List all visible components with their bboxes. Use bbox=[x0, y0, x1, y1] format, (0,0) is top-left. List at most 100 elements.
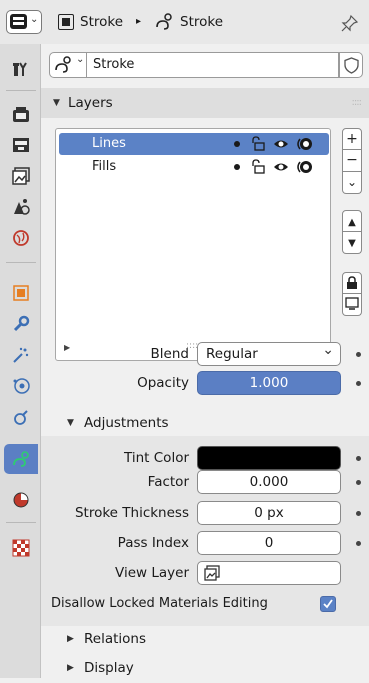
tool-icon bbox=[13, 62, 27, 76]
add-layer-button[interactable]: + bbox=[342, 128, 362, 150]
grease-pencil-data-icon bbox=[13, 451, 29, 467]
keyframe-dot[interactable] bbox=[356, 511, 361, 516]
display-subpanel-header[interactable]: ▶ Display bbox=[41, 653, 369, 683]
tab-scene[interactable] bbox=[4, 192, 38, 222]
drag-grip-icon[interactable]: :::: bbox=[352, 88, 363, 118]
scene-icon bbox=[14, 199, 30, 215]
tab-effects[interactable] bbox=[4, 340, 38, 370]
pin-icon[interactable] bbox=[341, 14, 359, 32]
minus-icon: − bbox=[346, 152, 358, 168]
properties-content: ⌄ Stroke ▼ Layers :::: Lines Fills ▶:::… bbox=[41, 44, 369, 678]
lock-open-icon[interactable] bbox=[249, 136, 265, 152]
layer-list[interactable]: Lines Fills ▶:::: bbox=[55, 128, 331, 361]
display-title: Display bbox=[84, 660, 134, 676]
stroke-thickness-field[interactable]: 0 px bbox=[197, 501, 341, 525]
grease-pencil-icon bbox=[156, 13, 172, 30]
expand-arrow-icon: ▼ bbox=[67, 418, 74, 428]
tab-object-data[interactable] bbox=[4, 444, 38, 474]
triangle-down-icon: ▼ bbox=[348, 238, 356, 249]
grease-pencil-icon bbox=[55, 56, 71, 73]
physics-icon bbox=[13, 378, 30, 394]
adjustments-subpanel-header[interactable]: ▼ Adjustments bbox=[41, 408, 369, 438]
layer-row-fills[interactable]: Fills bbox=[59, 156, 329, 178]
onion-skin-icon[interactable] bbox=[295, 159, 313, 175]
list-filter-arrow-icon[interactable]: ▶ bbox=[64, 343, 70, 352]
keyframe-dot[interactable] bbox=[356, 352, 361, 357]
properties-tab-bar bbox=[0, 44, 41, 678]
layer-display-button[interactable] bbox=[342, 294, 362, 316]
opacity-label: Opacity bbox=[137, 375, 189, 391]
relations-subpanel-header[interactable]: ▶ Relations bbox=[41, 624, 369, 654]
pass-index-field[interactable]: 0 bbox=[197, 531, 341, 555]
chevron-down-icon: ⌄ bbox=[30, 14, 39, 25]
world-icon bbox=[13, 230, 29, 246]
tab-view-layer[interactable] bbox=[4, 161, 38, 191]
shield-icon bbox=[344, 57, 359, 74]
tab-constraints[interactable] bbox=[4, 402, 38, 432]
eye-icon[interactable] bbox=[273, 159, 289, 175]
breadcrumb-object[interactable]: Stroke bbox=[80, 12, 123, 32]
properties-header: ⌄ Stroke ▸ Stroke bbox=[0, 0, 369, 45]
chevron-down-icon: ⌄ bbox=[346, 175, 358, 189]
move-layer-up-button[interactable]: ▲ bbox=[342, 210, 362, 232]
properties-editor-icon bbox=[10, 14, 27, 29]
pass-index-label: Pass Index bbox=[117, 535, 189, 551]
remove-layer-button[interactable]: − bbox=[342, 150, 362, 172]
render-icon bbox=[13, 107, 29, 122]
opacity-slider[interactable]: 1.000 bbox=[197, 371, 341, 395]
tab-tool[interactable] bbox=[4, 54, 38, 84]
lock-icon bbox=[347, 276, 357, 289]
factor-label: Factor bbox=[147, 474, 189, 490]
blend-label: Blend bbox=[150, 346, 189, 362]
disallow-locked-materials-checkbox[interactable] bbox=[320, 596, 336, 612]
keyframe-dot[interactable] bbox=[356, 480, 361, 485]
tab-render[interactable] bbox=[4, 99, 38, 129]
move-layer-down-button[interactable]: ▼ bbox=[342, 232, 362, 254]
layer-row-lines[interactable]: Lines bbox=[59, 133, 329, 155]
tab-modifiers[interactable] bbox=[4, 309, 38, 339]
wrench-icon bbox=[13, 315, 30, 332]
stroke-thickness-label: Stroke Thickness bbox=[74, 505, 189, 521]
factor-field[interactable]: 0.000 bbox=[197, 470, 341, 494]
lock-open-icon[interactable] bbox=[249, 159, 265, 175]
constraints-icon bbox=[14, 410, 28, 425]
blend-dropdown[interactable]: Regular bbox=[197, 339, 341, 366]
layer-dot bbox=[234, 141, 240, 147]
tint-color-label: Tint Color bbox=[124, 450, 189, 466]
keyframe-dot[interactable] bbox=[356, 381, 361, 386]
tab-physics[interactable] bbox=[4, 371, 38, 401]
relations-title: Relations bbox=[84, 631, 146, 647]
output-icon bbox=[13, 138, 29, 152]
tab-object[interactable] bbox=[4, 278, 38, 308]
layers-panel-title: Layers bbox=[68, 95, 113, 111]
editor-type-button[interactable]: ⌄ bbox=[6, 10, 42, 34]
checkmark-icon bbox=[323, 599, 333, 609]
chevron-down-icon: ⌄ bbox=[76, 54, 85, 65]
tint-color-swatch[interactable] bbox=[197, 446, 341, 470]
object-icon bbox=[58, 14, 74, 30]
layer-specials-button[interactable]: ⌄ bbox=[342, 172, 362, 194]
fake-user-button[interactable] bbox=[339, 52, 363, 78]
keyframe-dot[interactable] bbox=[356, 541, 361, 546]
monitor-icon bbox=[345, 297, 359, 310]
breadcrumb-separator-icon: ▸ bbox=[136, 16, 142, 27]
tab-output[interactable] bbox=[4, 130, 38, 160]
eye-icon[interactable] bbox=[273, 136, 289, 152]
effects-icon bbox=[13, 347, 29, 363]
tab-texture[interactable] bbox=[4, 533, 38, 563]
layers-panel-header[interactable]: ▼ Layers :::: bbox=[41, 88, 369, 118]
collapsed-arrow-icon: ▶ bbox=[67, 634, 74, 644]
tab-material[interactable] bbox=[4, 485, 38, 515]
lock-layers-button[interactable] bbox=[342, 272, 362, 294]
keyframe-dot[interactable] bbox=[356, 456, 361, 461]
view-layer-icon bbox=[12, 167, 30, 185]
data-name-field[interactable]: Stroke bbox=[87, 52, 339, 78]
onion-skin-icon[interactable] bbox=[295, 136, 313, 152]
collapsed-arrow-icon: ▶ bbox=[67, 663, 74, 673]
adjustments-title: Adjustments bbox=[84, 415, 169, 431]
texture-icon bbox=[12, 539, 30, 557]
breadcrumb-data[interactable]: Stroke bbox=[180, 12, 223, 32]
view-layer-field[interactable] bbox=[197, 561, 341, 585]
tab-world[interactable] bbox=[4, 223, 38, 253]
browse-data-button[interactable]: ⌄ bbox=[49, 52, 87, 78]
